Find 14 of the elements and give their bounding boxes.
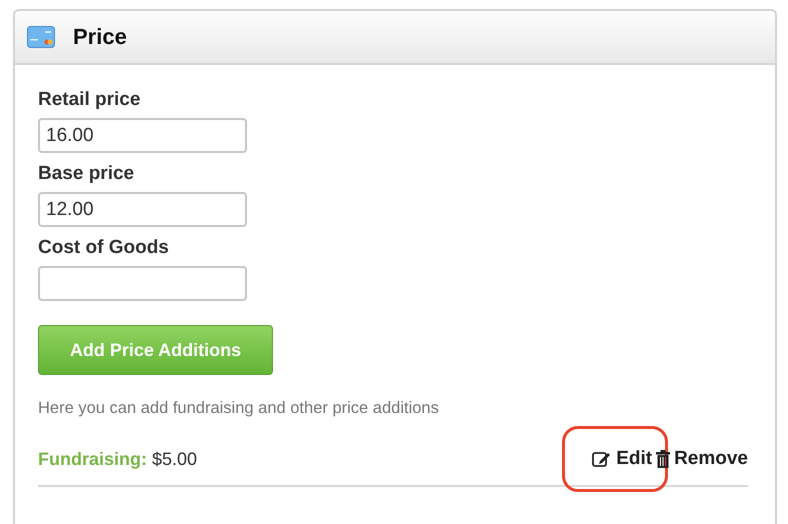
field-label: Retail price [38,89,142,111]
remove-link[interactable]: Remove [656,448,748,470]
edit-icon [592,450,612,468]
price-input[interactable]: 16.00 [38,118,247,153]
trash-icon [656,450,670,468]
price-input[interactable]: 12.00 [38,192,247,227]
hint-text: Here you can add fundraising and other price additions [38,399,440,418]
field-label: Base price [38,163,136,185]
edit-link[interactable]: Edit [592,448,652,470]
credit-card-icon [27,26,55,48]
price-input[interactable] [38,266,247,301]
field-label: Cost of Goods [38,237,170,259]
addition-text: Fundraising: $5.00 [38,448,198,470]
panel-title: Price [73,24,127,50]
